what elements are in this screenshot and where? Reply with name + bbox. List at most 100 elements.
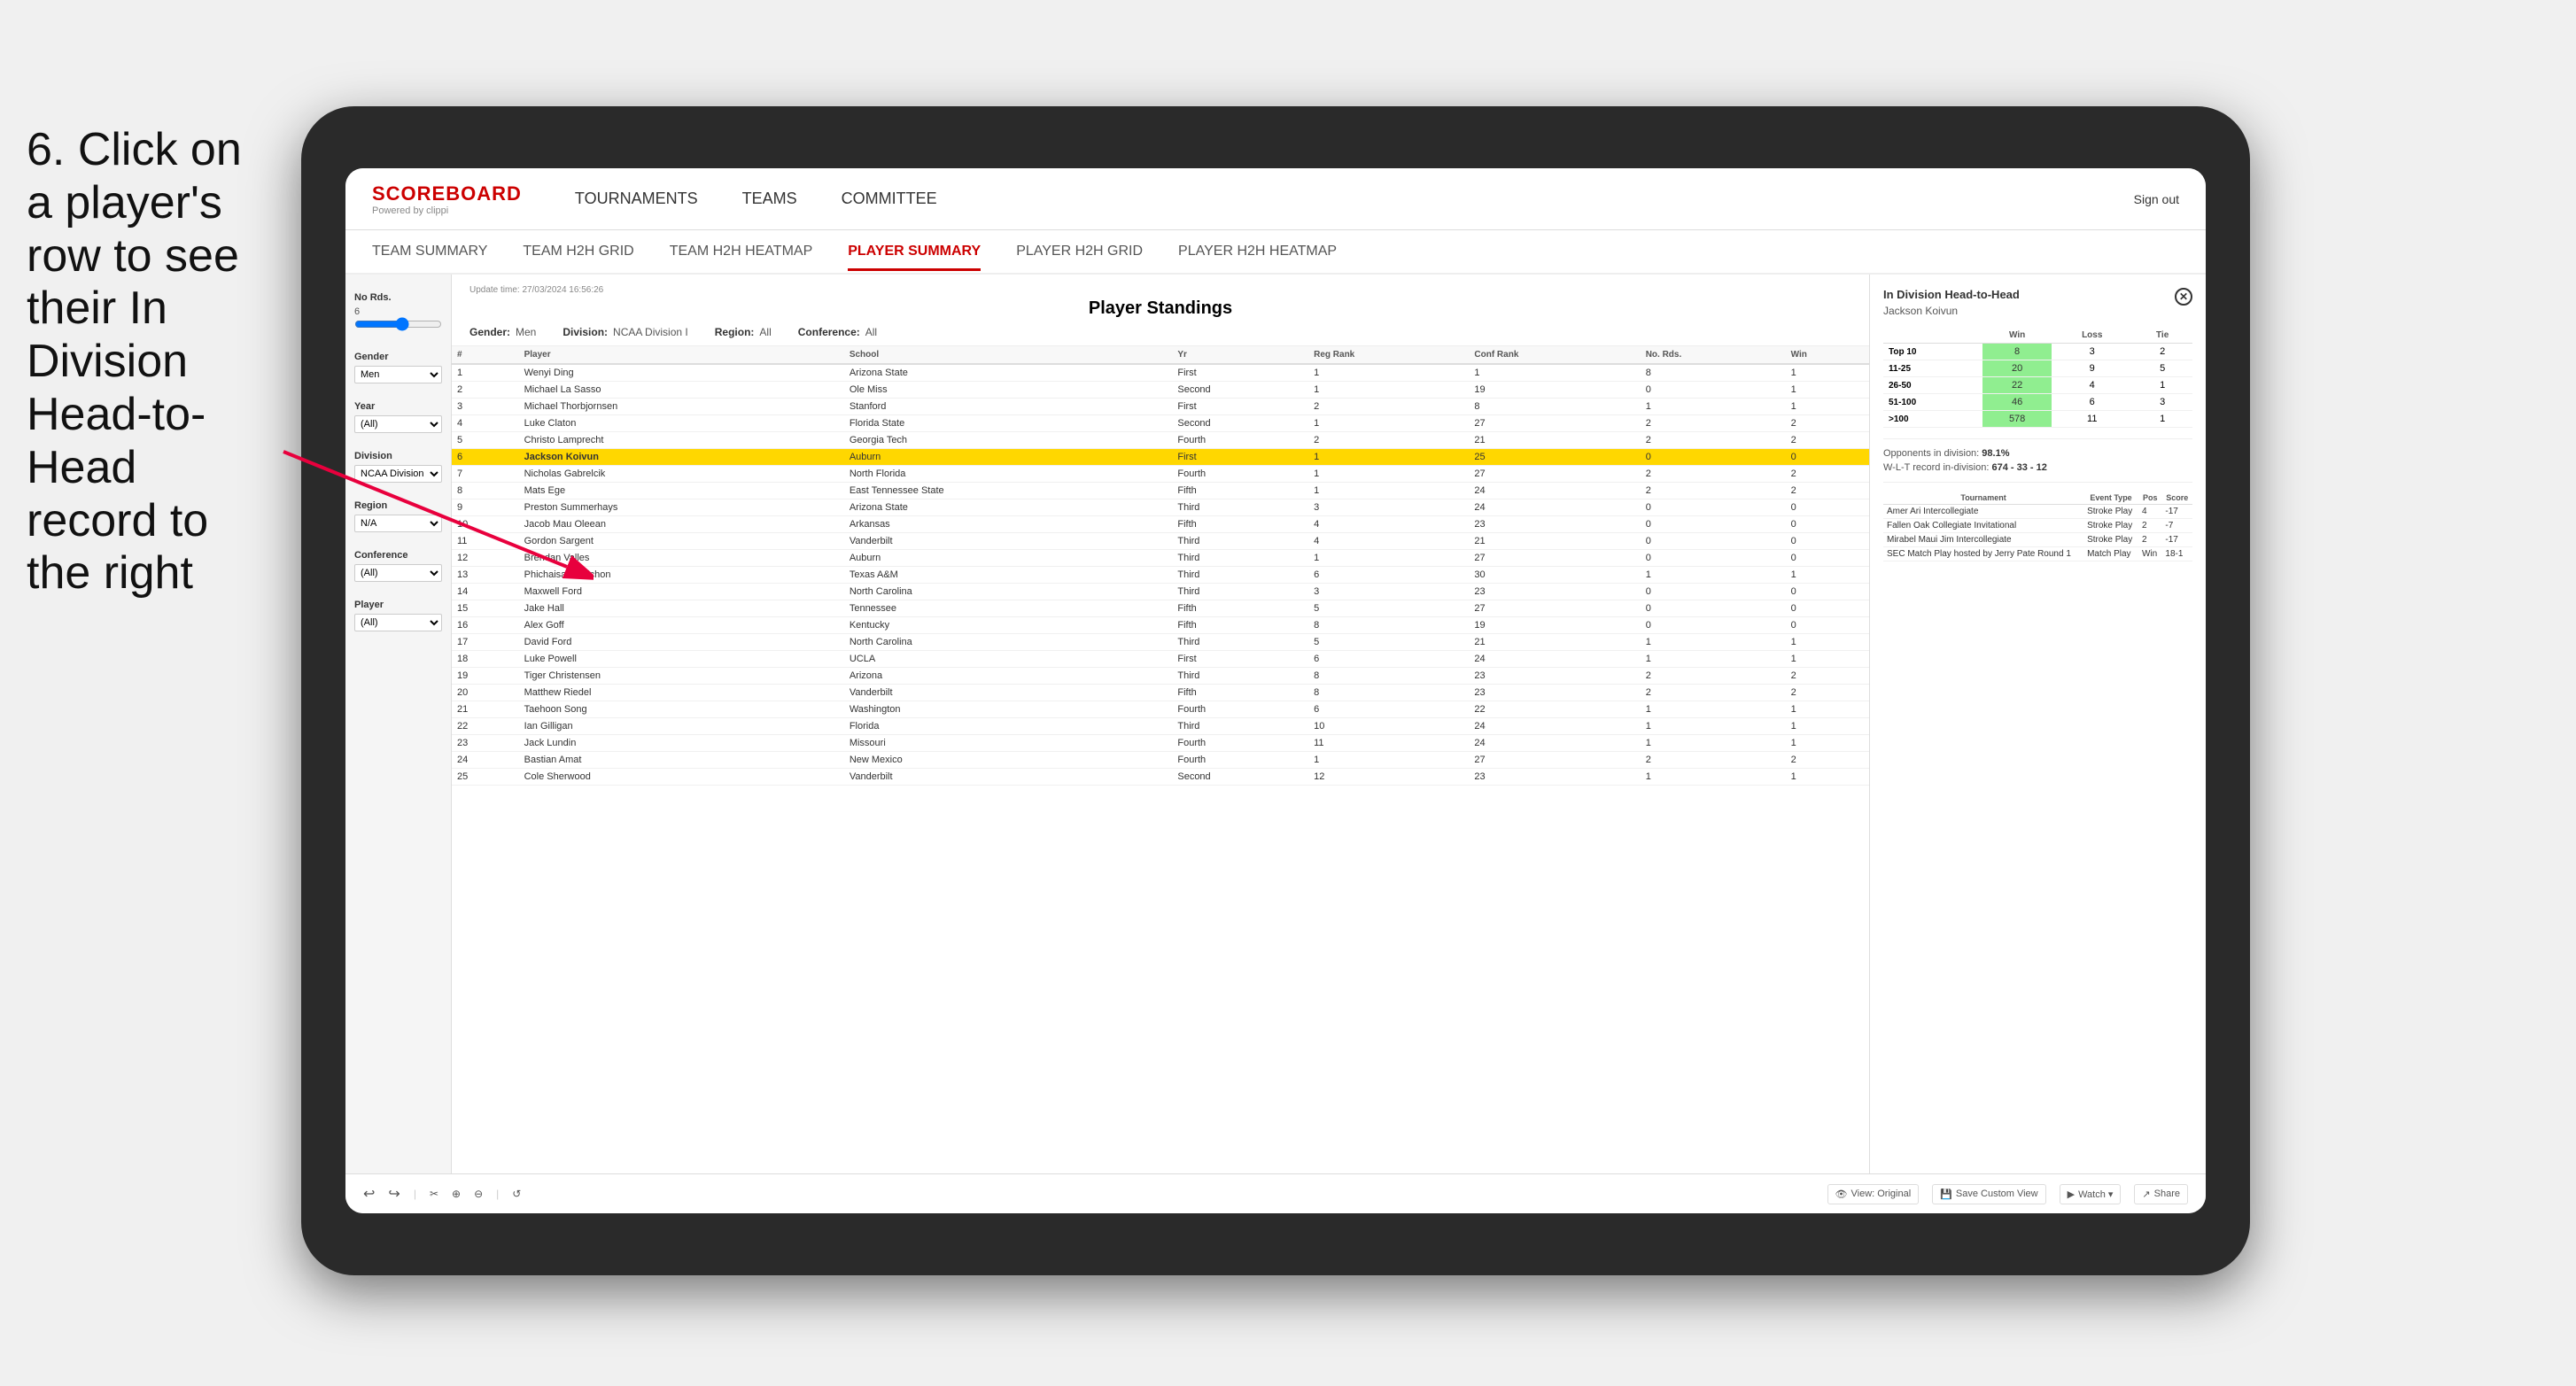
sign-out-link[interactable]: Sign out bbox=[2134, 192, 2179, 206]
cell-conf-rank: 23 bbox=[1469, 516, 1640, 533]
cell-conf-rank: 21 bbox=[1469, 432, 1640, 449]
cell-reg-rank: 3 bbox=[1308, 499, 1469, 516]
cell-win: 1 bbox=[1786, 567, 1869, 584]
table-row[interactable]: 15 Jake Hall Tennessee Fifth 5 27 0 0 bbox=[452, 600, 1869, 617]
table-row[interactable]: 19 Tiger Christensen Arizona Third 8 23 … bbox=[452, 668, 1869, 685]
tournament-row: SEC Match Play hosted by Jerry Pate Roun… bbox=[1883, 547, 2192, 561]
toolbar-paste[interactable]: ⊖ bbox=[474, 1188, 483, 1200]
nav-committee[interactable]: COMMITTEE bbox=[842, 185, 937, 213]
table-row[interactable]: 11 Gordon Sargent Vanderbilt Third 4 21 … bbox=[452, 533, 1869, 550]
save-custom-button[interactable]: 💾 Save Custom View bbox=[1932, 1184, 2045, 1204]
cell-rds: 0 bbox=[1641, 533, 1786, 550]
cell-rank: 11 bbox=[452, 533, 519, 550]
cell-reg-rank: 1 bbox=[1308, 752, 1469, 769]
toolbar-copy[interactable]: ⊕ bbox=[452, 1188, 461, 1200]
table-row[interactable]: 12 Brendan Valles Auburn Third 1 27 0 0 bbox=[452, 550, 1869, 567]
cell-rds: 8 bbox=[1641, 364, 1786, 382]
filter-conference: Conference (All) bbox=[354, 550, 442, 582]
cell-rank: 23 bbox=[452, 735, 519, 752]
share-icon: ↗ bbox=[2142, 1189, 2150, 1200]
table-row[interactable]: 16 Alex Goff Kentucky Fifth 8 19 0 0 bbox=[452, 617, 1869, 634]
cell-conf-rank: 23 bbox=[1469, 668, 1640, 685]
filter-player-select[interactable]: (All) bbox=[354, 614, 442, 631]
cell-player: Cole Sherwood bbox=[519, 769, 844, 786]
table-row[interactable]: 6 Jackson Koivun Auburn First 1 25 0 0 bbox=[452, 449, 1869, 466]
table-row[interactable]: 4 Luke Claton Florida State Second 1 27 … bbox=[452, 415, 1869, 432]
table-row[interactable]: 10 Jacob Mau Oleean Arkansas Fifth 4 23 … bbox=[452, 516, 1869, 533]
tournament-type: Stroke Play bbox=[2083, 519, 2138, 533]
cell-win: 2 bbox=[1786, 432, 1869, 449]
cell-rds: 0 bbox=[1641, 382, 1786, 399]
tournament-type: Match Play bbox=[2083, 547, 2138, 561]
toolbar-refresh[interactable]: ↺ bbox=[512, 1188, 521, 1200]
table-row[interactable]: 7 Nicholas Gabrelcik North Florida Fourt… bbox=[452, 466, 1869, 483]
table-row[interactable]: 22 Ian Gilligan Florida Third 10 24 1 1 bbox=[452, 718, 1869, 735]
cell-conf-rank: 25 bbox=[1469, 449, 1640, 466]
cell-reg-rank: 12 bbox=[1308, 769, 1469, 786]
cell-rank: 4 bbox=[452, 415, 519, 432]
cell-player: Luke Powell bbox=[519, 651, 844, 668]
h2h-range-label: 51-100 bbox=[1883, 394, 1982, 411]
filter-conference-select[interactable]: (All) bbox=[354, 564, 442, 582]
h2h-win-cell: 578 bbox=[1982, 411, 2052, 428]
cell-rank: 3 bbox=[452, 399, 519, 415]
col-conf-rank: Conf Rank bbox=[1469, 346, 1640, 364]
filter-division-select[interactable]: NCAA Division I bbox=[354, 465, 442, 483]
filter-gender-select[interactable]: Men bbox=[354, 366, 442, 383]
table-row[interactable]: 13 Phichaisak Malchon Texas A&M Third 6 … bbox=[452, 567, 1869, 584]
toolbar-undo[interactable]: ↩ bbox=[363, 1185, 375, 1203]
filter-region-select[interactable]: N/A bbox=[354, 515, 442, 532]
table-row[interactable]: 23 Jack Lundin Missouri Fourth 11 24 1 1 bbox=[452, 735, 1869, 752]
table-row[interactable]: 14 Maxwell Ford North Carolina Third 3 2… bbox=[452, 584, 1869, 600]
table-row[interactable]: 2 Michael La Sasso Ole Miss Second 1 19 … bbox=[452, 382, 1869, 399]
table-row[interactable]: 17 David Ford North Carolina Third 5 21 … bbox=[452, 634, 1869, 651]
subnav-team-h2h-grid[interactable]: TEAM H2H GRID bbox=[523, 235, 633, 271]
cell-reg-rank: 1 bbox=[1308, 415, 1469, 432]
subnav-player-summary[interactable]: PLAYER SUMMARY bbox=[848, 235, 981, 271]
table-row[interactable]: 24 Bastian Amat New Mexico Fourth 1 27 2… bbox=[452, 752, 1869, 769]
cell-player: Gordon Sargent bbox=[519, 533, 844, 550]
subnav-team-h2h-heatmap[interactable]: TEAM H2H HEATMAP bbox=[670, 235, 813, 271]
nav-teams[interactable]: TEAMS bbox=[742, 185, 797, 213]
h2h-divider2 bbox=[1883, 482, 2192, 483]
table-row[interactable]: 3 Michael Thorbjornsen Stanford First 2 … bbox=[452, 399, 1869, 415]
table-row[interactable]: 18 Luke Powell UCLA First 6 24 1 1 bbox=[452, 651, 1869, 668]
cell-school: Vanderbilt bbox=[844, 533, 1173, 550]
cell-conf-rank: 27 bbox=[1469, 466, 1640, 483]
cell-yr: Fourth bbox=[1172, 432, 1308, 449]
share-button[interactable]: ↗ Share bbox=[2134, 1184, 2188, 1204]
cell-rank: 25 bbox=[452, 769, 519, 786]
table-row[interactable]: 20 Matthew Riedel Vanderbilt Fifth 8 23 … bbox=[452, 685, 1869, 701]
filter-year-select[interactable]: (All) bbox=[354, 415, 442, 433]
table-row[interactable]: 8 Mats Ege East Tennessee State Fifth 1 … bbox=[452, 483, 1869, 499]
h2h-col-win: Win bbox=[1982, 328, 2052, 344]
cell-player: Nicholas Gabrelcik bbox=[519, 466, 844, 483]
filter-no-rds-slider[interactable] bbox=[354, 317, 442, 331]
table-row[interactable]: 21 Taehoon Song Washington Fourth 6 22 1… bbox=[452, 701, 1869, 718]
cell-reg-rank: 6 bbox=[1308, 701, 1469, 718]
subnav-player-h2h-heatmap[interactable]: PLAYER H2H HEATMAP bbox=[1178, 235, 1337, 271]
h2h-close-button[interactable]: ✕ bbox=[2175, 288, 2192, 306]
cell-rds: 1 bbox=[1641, 567, 1786, 584]
table-row[interactable]: 1 Wenyi Ding Arizona State First 1 1 8 1 bbox=[452, 364, 1869, 382]
tablet-screen: SCOREBOARD Powered by clippi TOURNAMENTS… bbox=[345, 168, 2206, 1213]
watch-button[interactable]: ▶ Watch ▾ bbox=[2060, 1184, 2122, 1204]
view-original-button[interactable]: 👁 View: Original bbox=[1827, 1184, 1920, 1204]
toolbar-cut[interactable]: ✂ bbox=[430, 1188, 438, 1200]
table-row[interactable]: 25 Cole Sherwood Vanderbilt Second 12 23… bbox=[452, 769, 1869, 786]
filter-no-rds-value: 6 bbox=[354, 306, 442, 317]
cell-yr: Third bbox=[1172, 550, 1308, 567]
cell-conf-rank: 21 bbox=[1469, 634, 1640, 651]
nav-tournaments[interactable]: TOURNAMENTS bbox=[575, 185, 698, 213]
subnav-team-summary[interactable]: TEAM SUMMARY bbox=[372, 235, 487, 271]
cell-yr: First bbox=[1172, 399, 1308, 415]
subnav-player-h2h-grid[interactable]: PLAYER H2H GRID bbox=[1016, 235, 1143, 271]
tablet-device: SCOREBOARD Powered by clippi TOURNAMENTS… bbox=[301, 106, 2250, 1275]
view-original-icon: 👁 bbox=[1835, 1189, 1848, 1200]
h2h-col-loss: Loss bbox=[2052, 328, 2132, 344]
cell-yr: Third bbox=[1172, 634, 1308, 651]
table-row[interactable]: 5 Christo Lamprecht Georgia Tech Fourth … bbox=[452, 432, 1869, 449]
table-row[interactable]: 9 Preston Summerhays Arizona State Third… bbox=[452, 499, 1869, 516]
toolbar-redo[interactable]: ↪ bbox=[388, 1185, 400, 1203]
cell-reg-rank: 10 bbox=[1308, 718, 1469, 735]
